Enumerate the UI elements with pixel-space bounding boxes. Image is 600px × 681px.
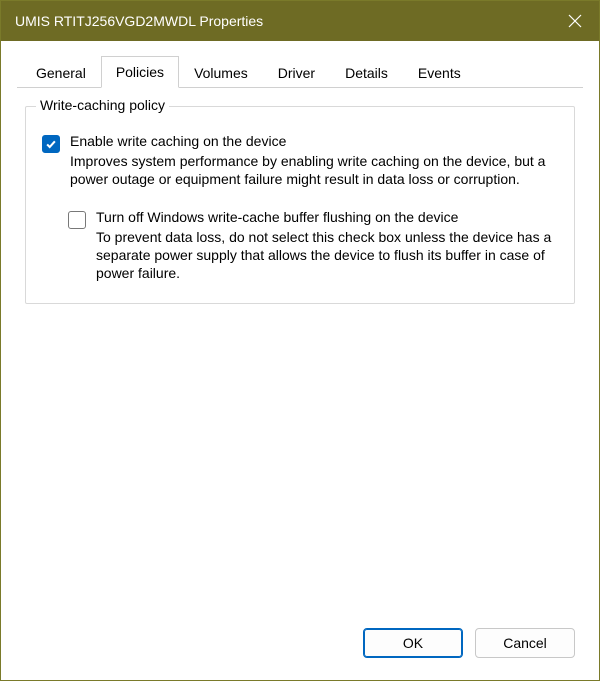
tab-details[interactable]: Details — [330, 57, 403, 88]
spacer — [25, 304, 575, 620]
enable-write-caching-text: Enable write caching on the device Impro… — [70, 133, 558, 189]
enable-write-caching-desc: Improves system performance by enabling … — [70, 153, 558, 189]
disable-flushing-text: Turn off Windows write-cache buffer flus… — [96, 209, 558, 283]
write-caching-group: Write-caching policy Enable write cachin… — [25, 106, 575, 304]
close-icon — [568, 14, 582, 28]
close-button[interactable] — [551, 1, 599, 41]
properties-dialog: UMIS RTITJ256VGD2MWDL Properties General… — [0, 0, 600, 681]
tab-policies[interactable]: Policies — [101, 56, 179, 88]
disable-flushing-label[interactable]: Turn off Windows write-cache buffer flus… — [96, 209, 558, 225]
disable-flushing-desc: To prevent data loss, do not select this… — [96, 229, 558, 283]
titlebar: UMIS RTITJ256VGD2MWDL Properties — [1, 1, 599, 41]
policies-panel: Write-caching policy Enable write cachin… — [17, 88, 583, 666]
ok-button[interactable]: OK — [363, 628, 463, 658]
cancel-button[interactable]: Cancel — [475, 628, 575, 658]
client-area: General Policies Volumes Driver Details … — [1, 41, 599, 680]
tab-events[interactable]: Events — [403, 57, 476, 88]
disable-flushing-row: Turn off Windows write-cache buffer flus… — [68, 209, 558, 283]
tab-volumes[interactable]: Volumes — [179, 57, 263, 88]
tab-driver[interactable]: Driver — [263, 57, 330, 88]
dialog-buttons: OK Cancel — [25, 620, 575, 658]
check-icon — [45, 138, 57, 150]
group-label: Write-caching policy — [36, 97, 169, 113]
enable-write-caching-row: Enable write caching on the device Impro… — [42, 133, 558, 189]
window-title: UMIS RTITJ256VGD2MWDL Properties — [15, 13, 263, 29]
enable-write-caching-label[interactable]: Enable write caching on the device — [70, 133, 558, 149]
disable-flushing-checkbox[interactable] — [68, 211, 86, 229]
tab-general[interactable]: General — [21, 57, 101, 88]
tab-strip: General Policies Volumes Driver Details … — [17, 55, 583, 88]
enable-write-caching-checkbox[interactable] — [42, 135, 60, 153]
